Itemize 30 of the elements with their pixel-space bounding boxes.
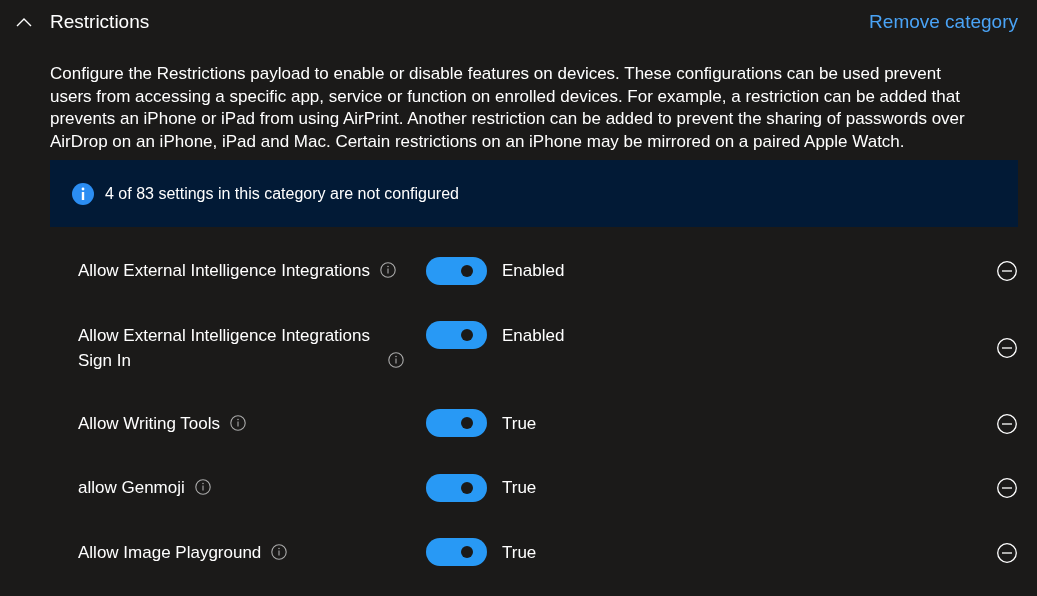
info-icon[interactable] [388,351,404,368]
toggle-switch[interactable] [426,538,487,566]
setting-label: Allow Image Playground [78,541,262,564]
toggle-value: True [502,412,537,435]
toggle-value: Enabled [502,260,565,282]
remove-icon[interactable] [996,541,1018,564]
remove-icon[interactable] [996,260,1018,283]
toggle-value: True [502,477,537,499]
toggle-value: Enabled [502,324,565,347]
category-title: Restrictions [50,11,151,33]
toggle-value: True [502,541,537,564]
toggle-switch[interactable] [426,256,487,285]
category-description: Configure the Restrictions payload to enable or disable features on devices. These configurations can be used prevent users from accessing a specific app, service or function on enrolled devices. For example, a restriction can be added that prevents an iPhone or iPad from using AirPrint. Another restriction can be added to prevent the sharing of passwords over AirDrop on an iPhone, iPad and Mac. Certain restrictions on an iPhone may be mirrored on a paired Apple Watch. [50,63,966,153]
toggle-switch[interactable] [426,473,487,502]
toggle-switch[interactable] [426,321,487,349]
remove-category-link[interactable]: Remove category [869,11,1018,33]
setting-label: allow Genmoji [78,477,185,499]
info-icon[interactable] [380,262,396,278]
setting-label: Allow Writing Tools [78,412,221,435]
remove-icon[interactable] [996,336,1018,359]
remove-icon[interactable] [996,477,1018,500]
toggle-switch[interactable] [426,409,487,437]
remove-icon[interactable] [996,412,1018,435]
info-icon[interactable] [271,543,288,560]
info-icon[interactable] [194,479,211,495]
banner-text: 4 of 83 settings in this category are not configured [105,184,459,203]
setting-label: Allow External Intelligence Integrations Sign In [78,324,371,372]
info-icon [72,182,94,205]
info-icon[interactable] [230,414,247,431]
setting-label: Allow External Intelligence Integrations [78,260,370,282]
